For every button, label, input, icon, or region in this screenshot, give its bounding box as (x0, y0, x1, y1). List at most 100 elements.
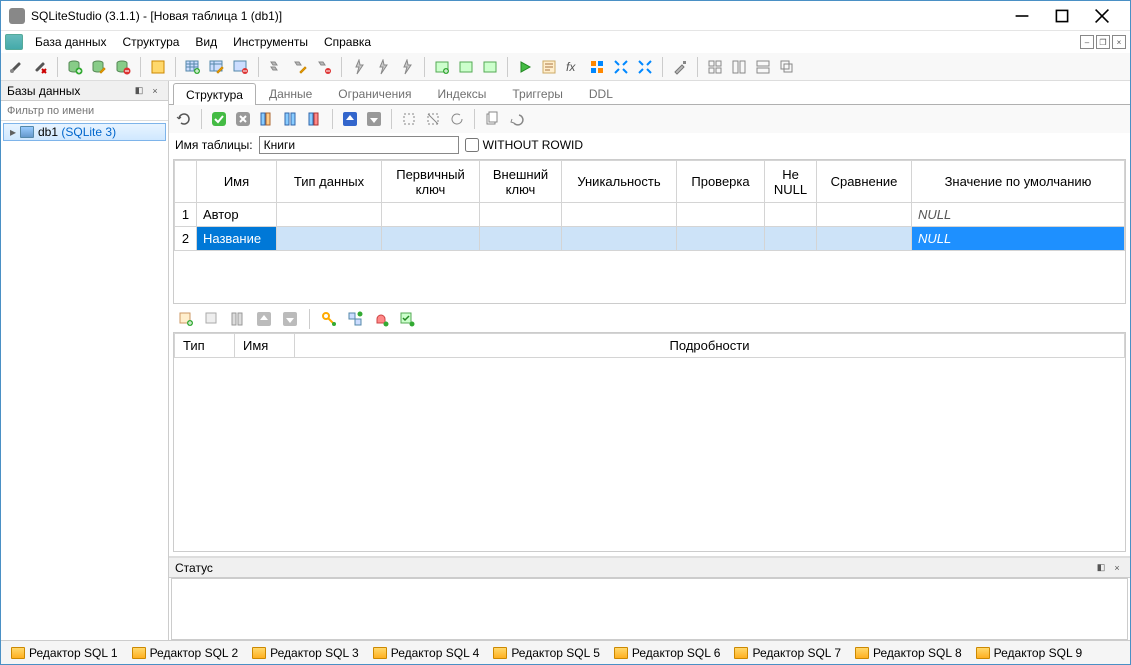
col-header-check[interactable]: Проверка (677, 161, 765, 203)
db-filter-input[interactable] (1, 101, 168, 121)
constraint-header-name[interactable]: Имя (235, 334, 295, 358)
refresh-structure-button[interactable] (173, 108, 195, 130)
db-tree-item-db1[interactable]: ▸ db1 (SQLite 3) (3, 123, 166, 141)
new-table-button[interactable] (182, 56, 204, 78)
col-header-fk[interactable]: Внешний ключ (480, 161, 562, 203)
cell-default[interactable]: NULL (912, 203, 1125, 227)
delete-view-button[interactable] (479, 56, 501, 78)
collapse-all-button[interactable] (634, 56, 656, 78)
cell-check[interactable] (677, 227, 765, 251)
select-all-button[interactable] (398, 108, 420, 130)
constraint-header-type[interactable]: Тип (175, 334, 235, 358)
bottom-tab-sql-7[interactable]: Редактор SQL 7 (728, 644, 847, 662)
edit-view-button[interactable] (455, 56, 477, 78)
tab-data[interactable]: Данные (256, 82, 325, 104)
open-sql-editor-button[interactable] (147, 56, 169, 78)
new-view-button[interactable] (431, 56, 453, 78)
group-records-button[interactable] (586, 56, 608, 78)
minimize-button[interactable] (1002, 2, 1042, 30)
without-rowid-checkbox[interactable] (465, 138, 479, 152)
fx-button[interactable]: fx (562, 56, 584, 78)
edit-db-button[interactable] (88, 56, 110, 78)
new-index-button[interactable] (265, 56, 287, 78)
cell-pk[interactable] (382, 227, 480, 251)
edit-constraint-button[interactable] (201, 308, 223, 330)
deselect-button[interactable] (422, 108, 444, 130)
cell-type[interactable] (277, 203, 382, 227)
split-horizontal-button[interactable] (728, 56, 750, 78)
bottom-tab-sql-2[interactable]: Редактор SQL 2 (126, 644, 245, 662)
cell-uniq[interactable] (562, 203, 677, 227)
bottom-tab-sql-3[interactable]: Редактор SQL 3 (246, 644, 365, 662)
cell-default[interactable]: NULL (912, 227, 1125, 251)
cell-fk[interactable] (480, 203, 562, 227)
move-column-down-button[interactable] (363, 108, 385, 130)
new-trigger-button[interactable] (348, 56, 370, 78)
edit-trigger-button[interactable] (372, 56, 394, 78)
col-header-name[interactable]: Имя (197, 161, 277, 203)
bottom-tab-sql-8[interactable]: Редактор SQL 8 (849, 644, 968, 662)
menu-database[interactable]: База данных (27, 33, 114, 51)
cell-check[interactable] (677, 203, 765, 227)
add-column-button[interactable] (256, 108, 278, 130)
invert-selection-button[interactable] (446, 108, 468, 130)
panel-float-button[interactable]: ◧ (132, 84, 146, 98)
cascade-windows-button[interactable] (776, 56, 798, 78)
cell-uniq[interactable] (562, 227, 677, 251)
bottom-tab-sql-5[interactable]: Редактор SQL 5 (487, 644, 606, 662)
subwindow-close-button[interactable]: × (1112, 35, 1126, 49)
menu-tools[interactable]: Инструменты (225, 33, 316, 51)
edit-index-button[interactable] (289, 56, 311, 78)
col-header-notnull[interactable]: Не NULL (765, 161, 817, 203)
edit-column-button[interactable] (280, 108, 302, 130)
cell-num[interactable]: 1 (175, 203, 197, 227)
db-tree[interactable]: ▸ db1 (SQLite 3) (1, 121, 168, 640)
explain-button[interactable] (538, 56, 560, 78)
edit-table-button[interactable] (206, 56, 228, 78)
connect-db-button[interactable] (5, 56, 27, 78)
copy-columns-button[interactable] (481, 108, 503, 130)
add-fk-constraint-button[interactable] (344, 308, 366, 330)
tree-expand-icon[interactable]: ▸ (10, 125, 20, 139)
cell-collate[interactable] (817, 203, 912, 227)
tab-constraints[interactable]: Ограничения (325, 82, 424, 104)
add-db-button[interactable] (64, 56, 86, 78)
columns-grid[interactable]: Имя Тип данных Первичный ключ Внешний кл… (173, 159, 1126, 304)
add-pk-constraint-button[interactable] (318, 308, 340, 330)
table-name-input[interactable] (259, 136, 459, 154)
cell-collate[interactable] (817, 227, 912, 251)
menu-help[interactable]: Справка (316, 33, 379, 51)
tab-structure[interactable]: Структура (173, 83, 256, 105)
col-header-default[interactable]: Значение по умолчанию (912, 161, 1125, 203)
bottom-tab-sql-1[interactable]: Редактор SQL 1 (5, 644, 124, 662)
subwindow-restore-button[interactable]: ❐ (1096, 35, 1110, 49)
column-row[interactable]: 2НазваниеNULL (175, 227, 1125, 251)
menu-view[interactable]: Вид (187, 33, 225, 51)
column-row[interactable]: 1Автор NULL (175, 203, 1125, 227)
configure-button[interactable] (669, 56, 691, 78)
delete-column-button[interactable] (304, 108, 326, 130)
status-close-button[interactable]: × (1110, 561, 1124, 575)
undo-button[interactable] (505, 108, 527, 130)
add-check-constraint-button[interactable] (396, 308, 418, 330)
delete-table-button[interactable] (230, 56, 252, 78)
add-constraint-button[interactable] (175, 308, 197, 330)
rollback-changes-button[interactable] (232, 108, 254, 130)
bottom-tab-sql-4[interactable]: Редактор SQL 4 (367, 644, 486, 662)
constraints-grid[interactable]: Тип Имя Подробности (173, 332, 1126, 552)
execute-sql-button[interactable] (514, 56, 536, 78)
cell-name[interactable]: Автор (197, 203, 277, 227)
panel-close-button[interactable]: × (148, 84, 162, 98)
bottom-tab-sql-6[interactable]: Редактор SQL 6 (608, 644, 727, 662)
tab-triggers[interactable]: Триггеры (499, 82, 576, 104)
subwindow-minimize-button[interactable]: – (1080, 35, 1094, 49)
cell-notnull[interactable] (765, 227, 817, 251)
status-float-button[interactable]: ◧ (1094, 561, 1108, 575)
cell-type[interactable] (277, 227, 382, 251)
col-header-unique[interactable]: Уникальность (562, 161, 677, 203)
delete-constraint-button[interactable] (227, 308, 249, 330)
disconnect-db-button[interactable] (29, 56, 51, 78)
tile-windows-button[interactable] (704, 56, 726, 78)
col-header-type[interactable]: Тип данных (277, 161, 382, 203)
col-header-pk[interactable]: Первичный ключ (382, 161, 480, 203)
